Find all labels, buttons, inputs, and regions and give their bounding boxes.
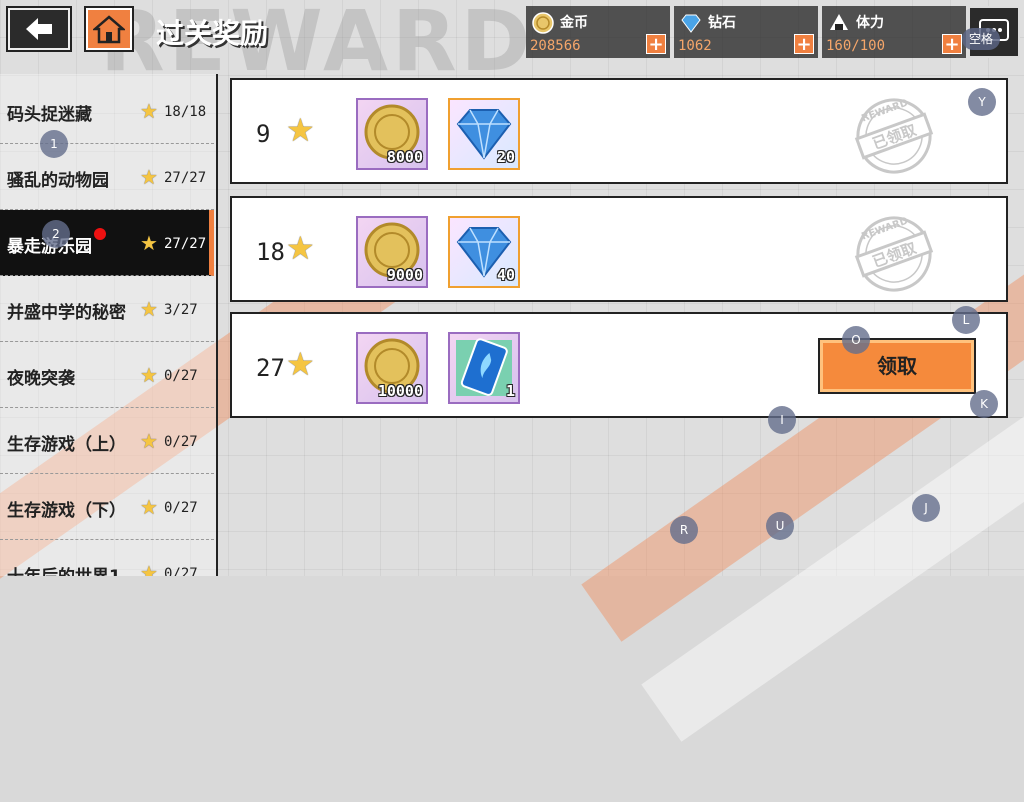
home-button[interactable] [84,6,134,52]
coin-reward-item[interactable]: 10000 [356,332,428,404]
coin-reward-item[interactable]: 8000 [356,98,428,170]
coin-counter: 金币 208566 + [526,6,670,58]
key-hint-marker: U [766,512,794,540]
reward-quantity: 20 [496,148,515,166]
star-icon: ★ [140,363,158,387]
star-requirement: 27 [256,354,285,382]
star-requirement: 18 [256,238,285,266]
key-hint-marker: 2 [42,220,70,248]
stamina-counter: 体力 160/100 + [822,6,966,58]
stamina-value: 160/100 [826,38,886,54]
stage-star-count: 0/27 [164,434,198,450]
stage-name: 十年后的世界1 [7,562,121,576]
stage-star-count: 0/27 [164,566,198,576]
reward-row-3: 27 ★ 10000 1 领取 [230,312,1008,418]
key-hint-marker: O [842,326,870,354]
reward-quantity: 9000 [386,266,423,284]
reward-quantity: 8000 [386,148,423,166]
back-button[interactable] [6,6,72,52]
claim-button[interactable]: 领取 [818,338,976,394]
stage-sidebar: 码头捉迷藏 ★ 18/18 骚乱的动物园 ★ 27/27 暴走游乐园 ★ 27/… [0,74,218,576]
diamond-reward-item[interactable]: 20 [448,98,520,170]
star-icon: ★ [140,561,158,576]
stage-star-count: 27/27 [164,170,207,186]
sidebar-item-stage-1[interactable]: 码头捉迷藏 ★ 18/18 [0,78,214,144]
key-hint-marker: I [768,406,796,434]
sidebar-item-stage-6[interactable]: 生存游戏（上） ★ 0/27 [0,408,214,474]
diamond-icon [681,14,701,33]
star-icon: ★ [140,495,158,519]
diamond-label: 钻石 [708,15,736,31]
stage-name: 夜晚突袭 [7,369,75,389]
space-key-hint: 空格 [962,28,1000,50]
star-icon: ★ [286,111,315,149]
reward-quantity: 1 [505,382,515,400]
sidebar-item-stage-4[interactable]: 并盛中学的秘密 ★ 3/27 [0,276,214,342]
diamond-counter: 钻石 1062 + [674,6,818,58]
reward-quantity: 10000 [377,382,423,400]
stage-name: 骚乱的动物园 [7,171,109,191]
key-hint-marker: 1 [40,130,68,158]
stamina-label: 体力 [856,15,884,31]
sidebar-item-stage-2[interactable]: 骚乱的动物园 ★ 27/27 [0,144,214,210]
star-icon: ★ [140,429,158,453]
stage-star-count: 0/27 [164,500,198,516]
add-coin-button[interactable]: + [646,34,666,54]
stage-name: 生存游戏（下） [7,501,126,521]
home-icon [93,15,125,44]
back-arrow-icon [26,18,52,40]
stage-name: 码头捉迷藏 [7,105,92,125]
page-title: 过关奖励 [156,17,269,50]
coin-value: 208566 [530,38,581,54]
reward-quantity: 40 [496,266,515,284]
key-hint-marker: Y [968,88,996,116]
key-hint-marker: L [952,306,980,334]
sidebar-item-stage-5[interactable]: 夜晚突袭 ★ 0/27 [0,342,214,408]
notification-dot [94,228,106,240]
rice-ball-icon [830,14,848,30]
reward-row-2: 18 ★ 9000 40 REWARD 已领取 [230,196,1008,302]
diamond-value: 1062 [678,38,712,54]
star-icon: ★ [140,165,158,189]
key-hint-marker: K [970,390,998,418]
sidebar-item-stage-7[interactable]: 生存游戏（下） ★ 0/27 [0,474,214,540]
coin-reward-item[interactable]: 9000 [356,216,428,288]
stage-star-count: 18/18 [164,104,207,120]
sidebar-item-stage-8[interactable]: 十年后的世界1 ★ 0/27 [0,540,214,576]
coin-icon [532,12,554,34]
stage-name: 并盛中学的秘密 [7,303,126,323]
add-stamina-button[interactable]: + [942,34,962,54]
claimed-stamp-icon: REWARD 已领取 [854,216,934,292]
star-icon: ★ [286,345,315,383]
star-icon: ★ [140,297,158,321]
star-icon: ★ [140,231,158,255]
diamond-reward-item[interactable]: 40 [448,216,520,288]
reward-row-1: 9 ★ 8000 20 REWARD 已领取 [230,78,1008,184]
star-icon: ★ [286,229,315,267]
key-hint-marker: R [670,516,698,544]
sidebar-item-stage-3[interactable]: 暴走游乐园 ★ 27/27 [0,210,214,276]
coin-label: 金币 [560,15,588,31]
stage-name: 生存游戏（上） [7,435,126,455]
star-icon: ★ [140,99,158,123]
add-diamond-button[interactable]: + [794,34,814,54]
claimed-stamp-icon: REWARD 已领取 [854,98,934,174]
key-hint-marker: J [912,494,940,522]
stage-star-count: 27/27 [164,236,207,252]
card-reward-item[interactable]: 1 [448,332,520,404]
star-requirement: 9 [256,120,271,148]
stage-star-count: 0/27 [164,368,198,384]
stage-star-count: 3/27 [164,302,198,318]
